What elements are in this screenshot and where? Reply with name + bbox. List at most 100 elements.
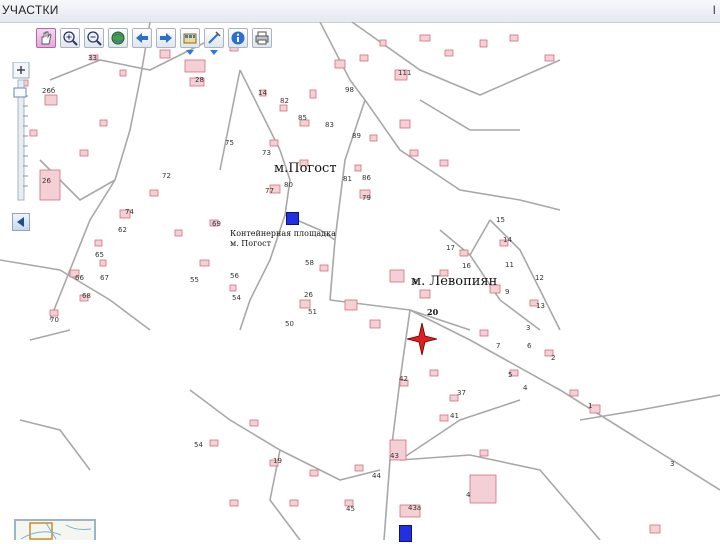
house-number: 55 bbox=[190, 276, 199, 284]
house-number: 62 bbox=[118, 226, 127, 234]
house-number: 16 bbox=[462, 262, 471, 270]
container-site-marker[interactable] bbox=[286, 212, 299, 225]
corner-text: I bbox=[712, 3, 716, 17]
house-number: 75 bbox=[225, 139, 234, 147]
zoom-in-icon bbox=[63, 31, 78, 46]
house-number: 43 bbox=[390, 452, 399, 460]
house-number: 56 bbox=[230, 272, 239, 280]
house-number: 81 bbox=[343, 175, 352, 183]
container-site-label-line1: Контейнерная площадка bbox=[230, 229, 336, 238]
house-number: 12 bbox=[535, 274, 544, 282]
house-number: 41 bbox=[450, 412, 459, 420]
house-number: 43а bbox=[408, 504, 421, 512]
house-number: 50 bbox=[285, 320, 294, 328]
container-site-marker-south[interactable] bbox=[399, 525, 412, 542]
house-number: 98 bbox=[345, 86, 354, 94]
place-label-levopiyan: м. Левопиян bbox=[411, 274, 498, 289]
house-number: 28 bbox=[195, 76, 204, 84]
red-star-marker[interactable] bbox=[406, 322, 438, 356]
house-number: 89 bbox=[352, 132, 361, 140]
pan-hand-icon bbox=[41, 31, 52, 45]
house-number: 111 bbox=[398, 69, 411, 77]
house-number: 14 bbox=[258, 89, 267, 97]
house-number: 72 bbox=[162, 172, 171, 180]
layers-button[interactable] bbox=[180, 28, 200, 55]
house-number: 69 bbox=[212, 220, 221, 228]
house-number: 7 bbox=[496, 342, 500, 350]
globe-icon bbox=[111, 31, 125, 45]
house-numbers: 33 28 26б 26 14 82 85 83 98 111 89 75 72… bbox=[42, 54, 674, 513]
house-number: 13 bbox=[536, 302, 545, 310]
house-number: 86 bbox=[362, 174, 371, 182]
house-number: 85 bbox=[298, 114, 307, 122]
map-canvas[interactable]: 33 28 26б 26 14 82 85 83 98 111 89 75 72… bbox=[0, 22, 720, 540]
house-number: 73 bbox=[262, 149, 271, 157]
container-site-label: Контейнерная площадка м. Погост bbox=[230, 229, 336, 249]
info-icon bbox=[231, 31, 245, 45]
back-arrow-icon bbox=[136, 33, 148, 43]
layers-icon bbox=[183, 33, 197, 44]
print-icon bbox=[255, 31, 269, 45]
zoom-out-button[interactable] bbox=[84, 28, 104, 48]
house-number: 3 bbox=[526, 324, 530, 332]
house-number: 51 bbox=[308, 308, 317, 316]
forward-arrow-icon bbox=[160, 33, 172, 43]
print-button[interactable] bbox=[252, 28, 272, 48]
house-number: 26 bbox=[304, 291, 313, 299]
house-number: 26 bbox=[42, 177, 51, 185]
house-number: 54 bbox=[194, 441, 203, 449]
house-number: 6 bbox=[527, 342, 532, 350]
back-button[interactable] bbox=[132, 28, 152, 48]
full-extent-button[interactable] bbox=[108, 28, 128, 48]
zoom-slider[interactable] bbox=[12, 62, 30, 202]
house-number: 5 bbox=[508, 371, 512, 379]
house-number: 4 bbox=[523, 384, 528, 392]
window-title: УЧАСТКИ bbox=[2, 3, 59, 17]
house-number: 58 bbox=[305, 259, 314, 267]
overview-map-thumbnail bbox=[20, 522, 92, 540]
house-number: 9 bbox=[505, 288, 509, 296]
measure-button[interactable] bbox=[204, 28, 224, 55]
house-number: 83 bbox=[325, 121, 334, 129]
pan-button[interactable] bbox=[36, 28, 56, 48]
zoom-in-button[interactable] bbox=[60, 28, 80, 48]
container-site-label-line2: м. Погост bbox=[230, 239, 272, 248]
house-number: 3 bbox=[670, 460, 674, 468]
house-number: 74 bbox=[125, 208, 134, 216]
house-number: 37 bbox=[457, 389, 466, 397]
house-number: 45 bbox=[346, 505, 355, 513]
house-number: 2 bbox=[551, 354, 555, 362]
house-number: 42 bbox=[399, 375, 408, 383]
house-number: 11 bbox=[505, 261, 514, 269]
house-number: 15 bbox=[496, 216, 505, 224]
house-number: 19 bbox=[273, 457, 282, 465]
forward-button[interactable] bbox=[156, 28, 176, 48]
house-number: 67 bbox=[100, 274, 109, 282]
zoom-slider-thumb[interactable] bbox=[13, 87, 27, 98]
map-toolbar bbox=[36, 28, 272, 55]
zoom-out-icon bbox=[87, 31, 102, 46]
house-number: 33 bbox=[88, 54, 97, 62]
house-number: 26б bbox=[42, 87, 55, 95]
house-number: 80 bbox=[284, 181, 293, 189]
measure-icon bbox=[208, 31, 221, 44]
measure-dropdown-icon bbox=[210, 50, 218, 55]
house-number: 17 bbox=[446, 244, 455, 252]
house-number: 1 bbox=[588, 402, 592, 410]
house-number: 4 bbox=[466, 491, 471, 499]
house-number: 66 bbox=[75, 274, 84, 282]
house-number: 68 bbox=[82, 292, 91, 300]
info-button[interactable] bbox=[228, 28, 248, 48]
place-label-pogost: м.Погост bbox=[274, 161, 337, 176]
house-number: 79 bbox=[362, 194, 371, 202]
house-number: 14 bbox=[503, 236, 512, 244]
overview-map[interactable] bbox=[14, 519, 96, 540]
pan-left-button[interactable] bbox=[12, 213, 30, 231]
number-label-20: 20 bbox=[427, 307, 439, 317]
house-number: 54 bbox=[232, 294, 241, 302]
house-number: 65 bbox=[95, 251, 104, 259]
house-number: 82 bbox=[280, 97, 289, 105]
house-number: 77 bbox=[265, 187, 274, 195]
pan-left-arrow-icon bbox=[17, 217, 24, 227]
house-number: 44 bbox=[372, 472, 381, 480]
